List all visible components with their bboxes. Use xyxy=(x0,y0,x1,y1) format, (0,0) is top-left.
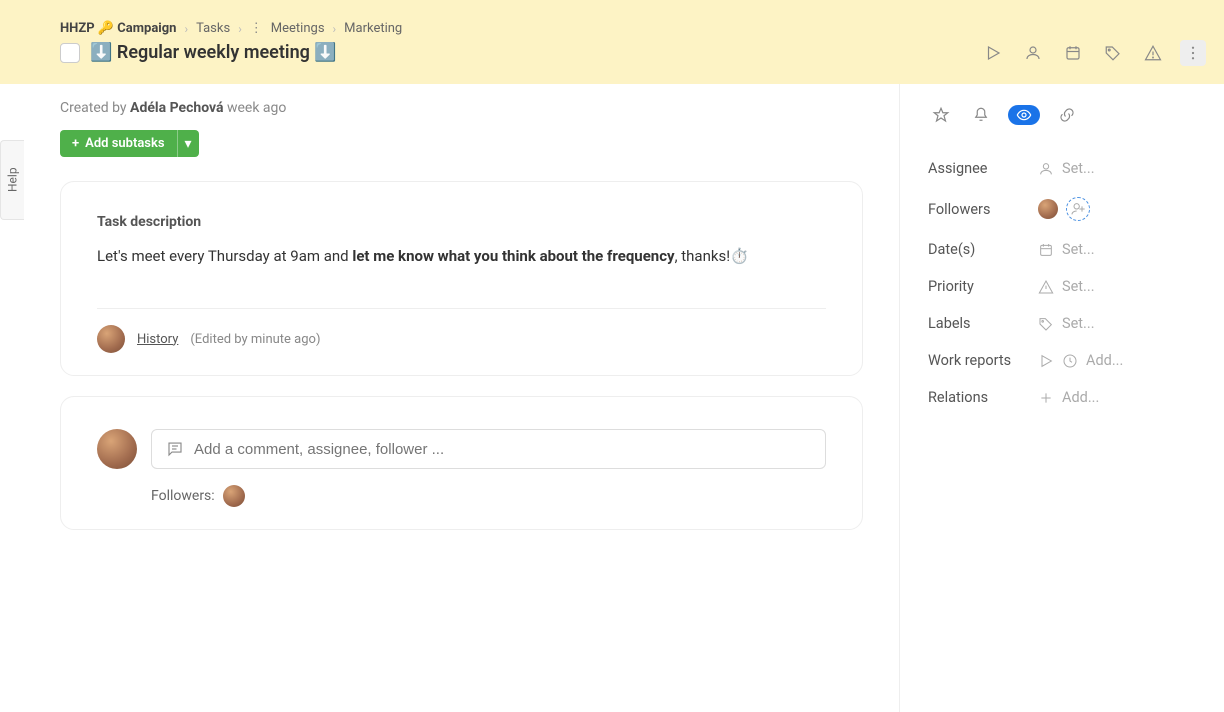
comment-input[interactable] xyxy=(151,429,826,469)
add-follower-button[interactable] xyxy=(1066,197,1090,221)
breadcrumb-project[interactable]: HHZP 🔑 Campaign xyxy=(60,21,176,36)
divider xyxy=(97,308,826,309)
task-header: HHZP 🔑 Campaign › Tasks › ⋮ Meetings › M… xyxy=(0,0,1224,84)
assignee-value: Set... xyxy=(1062,160,1095,177)
follower-avatar[interactable] xyxy=(1038,199,1058,219)
edited-time: (Edited by minute ago) xyxy=(190,332,320,347)
page-title[interactable]: ⬇️ Regular weekly meeting ⬇️ xyxy=(90,42,337,63)
plus-icon: + xyxy=(72,136,79,151)
play-icon[interactable] xyxy=(980,40,1006,66)
watch-toggle[interactable] xyxy=(1008,105,1040,125)
sidebar-relations[interactable]: Relations Add... xyxy=(928,379,1196,416)
task-description-heading: Task description xyxy=(97,214,826,230)
warning-icon[interactable] xyxy=(1140,40,1166,66)
sidebar-priority[interactable]: Priority Set... xyxy=(928,268,1196,305)
task-complete-checkbox[interactable] xyxy=(60,43,80,63)
author-name: Adéla Pechová xyxy=(130,100,223,116)
breadcrumb-meetings[interactable]: Meetings xyxy=(271,21,325,36)
add-subtasks-group: + Add subtasks ▾ xyxy=(60,130,199,157)
relations-value: Add... xyxy=(1062,389,1099,406)
dots-vertical-icon[interactable]: ⋮ xyxy=(250,21,263,36)
work-reports-value: Add... xyxy=(1086,352,1123,369)
follower-avatar[interactable] xyxy=(223,485,245,507)
header-actions xyxy=(980,40,1206,66)
sidebar-dates[interactable]: Date(s) Set... xyxy=(928,231,1196,268)
created-by-line: Created by Adéla Pechová week ago xyxy=(60,100,863,116)
followers-label: Followers: xyxy=(151,488,215,504)
assignee-icon[interactable] xyxy=(1020,40,1046,66)
clock-icon xyxy=(1062,353,1078,369)
link-icon[interactable] xyxy=(1054,102,1080,128)
tag-icon xyxy=(1038,316,1054,332)
chevron-right-icon: › xyxy=(184,22,188,36)
labels-label: Labels xyxy=(928,315,1038,332)
avatar xyxy=(97,429,137,469)
calendar-icon xyxy=(1038,242,1054,258)
task-description-text[interactable]: Let's meet every Thursday at 9am and let… xyxy=(97,244,826,268)
followers-label: Followers xyxy=(928,201,1038,218)
assignee-label: Assignee xyxy=(928,160,1038,177)
breadcrumb-tasks[interactable]: Tasks xyxy=(196,21,230,36)
add-subtasks-dropdown[interactable]: ▾ xyxy=(177,130,199,157)
plus-icon xyxy=(1038,390,1054,406)
dates-label: Date(s) xyxy=(928,241,1038,258)
relations-label: Relations xyxy=(928,389,1038,406)
comment-card: Followers: xyxy=(60,396,863,530)
priority-label: Priority xyxy=(928,278,1038,295)
sidebar-top-actions xyxy=(928,102,1196,128)
sidebar-followers: Followers xyxy=(928,187,1196,231)
work-reports-label: Work reports xyxy=(928,352,1038,369)
sidebar-work-reports[interactable]: Work reports Add... xyxy=(928,342,1196,379)
sidebar-labels[interactable]: Labels Set... xyxy=(928,305,1196,342)
history-row: History (Edited by minute ago) xyxy=(97,325,826,353)
labels-value: Set... xyxy=(1062,315,1095,332)
avatar xyxy=(97,325,125,353)
bell-icon[interactable] xyxy=(968,102,994,128)
sidebar-assignee[interactable]: Assignee Set... xyxy=(928,150,1196,187)
comment-icon xyxy=(166,440,184,458)
caret-down-icon: ▾ xyxy=(185,136,192,152)
breadcrumb-marketing[interactable]: Marketing xyxy=(344,21,402,36)
history-link[interactable]: History xyxy=(137,332,178,347)
followers-row: Followers: xyxy=(151,485,826,507)
warning-icon xyxy=(1038,279,1054,295)
user-icon xyxy=(1038,161,1054,177)
calendar-icon[interactable] xyxy=(1060,40,1086,66)
dates-value: Set... xyxy=(1062,241,1095,258)
main-panel: Created by Adéla Pechová week ago + Add … xyxy=(0,84,900,712)
more-button[interactable] xyxy=(1180,40,1206,66)
tag-icon[interactable] xyxy=(1100,40,1126,66)
comment-text-field[interactable] xyxy=(194,441,811,458)
chevron-right-icon: › xyxy=(238,22,242,36)
description-card: Task description Let's meet every Thursd… xyxy=(60,181,863,376)
details-sidebar: Assignee Set... Followers Date(s) Set... xyxy=(900,84,1224,712)
breadcrumb: HHZP 🔑 Campaign › Tasks › ⋮ Meetings › M… xyxy=(60,21,1206,36)
chevron-right-icon: › xyxy=(333,22,337,36)
priority-value: Set... xyxy=(1062,278,1095,295)
play-icon xyxy=(1038,353,1054,369)
star-icon[interactable] xyxy=(928,102,954,128)
add-subtasks-button[interactable]: + Add subtasks xyxy=(60,130,177,157)
